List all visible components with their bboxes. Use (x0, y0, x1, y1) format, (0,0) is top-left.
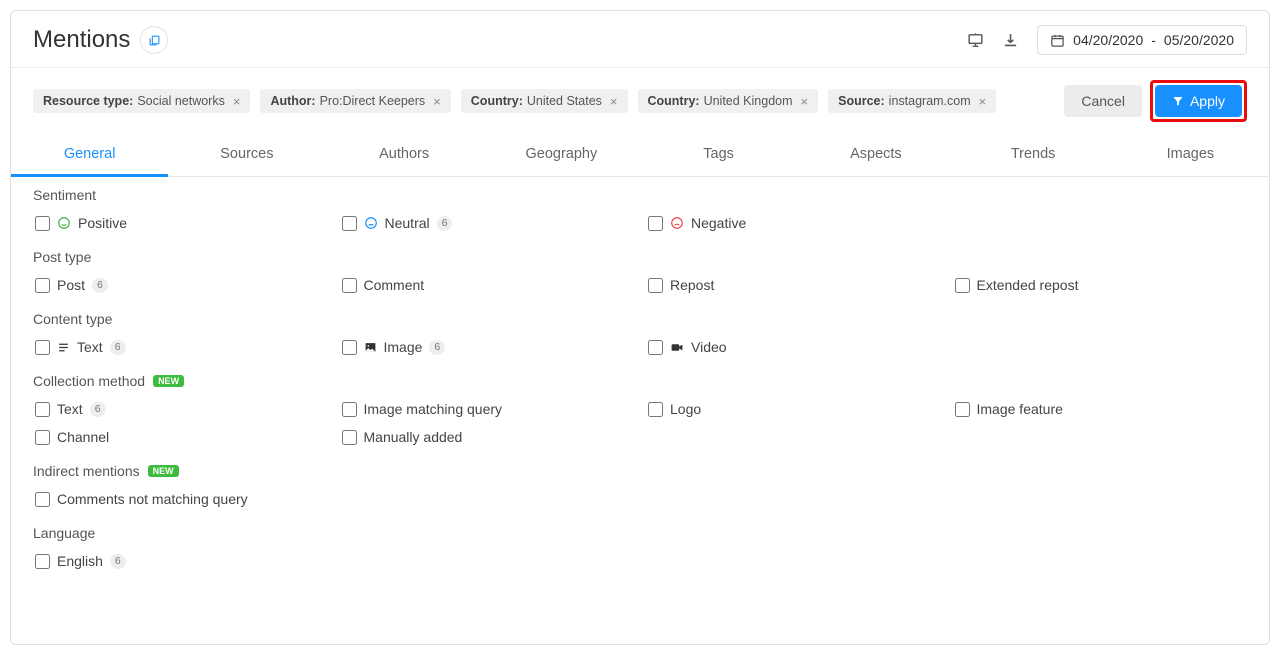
new-badge: NEW (153, 375, 184, 387)
neutral-icon (364, 216, 378, 230)
tab-authors[interactable]: Authors (326, 134, 483, 176)
checkbox-collection-text[interactable] (35, 402, 50, 417)
date-to: 05/20/2020 (1164, 32, 1234, 48)
option-text[interactable]: Text 6 (35, 339, 328, 355)
checkbox-neutral[interactable] (342, 216, 357, 231)
option-video[interactable]: Video (648, 339, 941, 355)
date-from: 04/20/2020 (1073, 32, 1143, 48)
section-collection-title: Collection method (33, 373, 145, 389)
option-extended-repost[interactable]: Extended repost (955, 277, 1248, 293)
post-count: 6 (92, 278, 108, 293)
section-content-type-title: Content type (33, 311, 1247, 327)
text-icon (57, 341, 70, 354)
tab-aspects[interactable]: Aspects (797, 134, 954, 176)
date-range-picker[interactable]: 04/20/2020 - 05/20/2020 (1037, 25, 1247, 55)
copy-icon[interactable] (140, 26, 168, 54)
image-count: 6 (429, 340, 445, 355)
checkbox-post[interactable] (35, 278, 50, 293)
chip-remove-icon[interactable]: × (610, 95, 618, 108)
tab-tags[interactable]: Tags (640, 134, 797, 176)
chip-remove-icon[interactable]: × (801, 95, 809, 108)
checkbox-positive[interactable] (35, 216, 50, 231)
date-separator: - (1151, 32, 1156, 48)
option-sentiment-positive[interactable]: Positive (35, 215, 328, 231)
chip-remove-icon[interactable]: × (979, 95, 987, 108)
option-channel[interactable]: Channel (35, 429, 328, 445)
tab-general[interactable]: General (11, 134, 168, 177)
checkbox-logo[interactable] (648, 402, 663, 417)
cancel-button[interactable]: Cancel (1064, 85, 1142, 117)
text-count: 6 (110, 340, 126, 355)
presentation-icon[interactable] (967, 32, 984, 49)
collection-text-count: 6 (90, 402, 106, 417)
checkbox-image-feature[interactable] (955, 402, 970, 417)
filter-chip-country-uk: Country: United Kingdom × (638, 89, 819, 113)
download-icon[interactable] (1002, 32, 1019, 49)
filter-chip-source: Source: instagram.com × (828, 89, 996, 113)
neutral-count: 6 (437, 216, 453, 231)
apply-button[interactable]: Apply (1155, 85, 1242, 117)
checkbox-image[interactable] (342, 340, 357, 355)
filter-chip-author: Author: Pro:Direct Keepers × (260, 89, 450, 113)
apply-button-highlight: Apply (1150, 80, 1247, 122)
option-repost[interactable]: Repost (648, 277, 941, 293)
new-badge: NEW (148, 465, 179, 477)
option-logo[interactable]: Logo (648, 401, 941, 417)
tab-sources[interactable]: Sources (168, 134, 325, 176)
page-title: Mentions (33, 26, 130, 54)
checkbox-comments-not-matching[interactable] (35, 492, 50, 507)
checkbox-video[interactable] (648, 340, 663, 355)
checkbox-image-query[interactable] (342, 402, 357, 417)
option-collection-text[interactable]: Text 6 (35, 401, 328, 417)
english-count: 6 (110, 554, 126, 569)
checkbox-manually-added[interactable] (342, 430, 357, 445)
tab-images[interactable]: Images (1112, 134, 1269, 176)
chip-remove-icon[interactable]: × (233, 95, 241, 108)
video-icon (670, 341, 684, 354)
option-image-matching-query[interactable]: Image matching query (342, 401, 635, 417)
option-comment[interactable]: Comment (342, 277, 635, 293)
filter-chip-resource-type: Resource type: Social networks × (33, 89, 250, 113)
checkbox-channel[interactable] (35, 430, 50, 445)
checkbox-negative[interactable] (648, 216, 663, 231)
filter-chip-country-us: Country: United States × (461, 89, 628, 113)
checkbox-repost[interactable] (648, 278, 663, 293)
option-english[interactable]: English 6 (35, 553, 328, 569)
filter-icon (1172, 95, 1184, 107)
section-language-title: Language (33, 525, 1247, 541)
negative-icon (670, 216, 684, 230)
calendar-icon (1050, 33, 1065, 48)
positive-icon (57, 216, 71, 230)
option-sentiment-negative[interactable]: Negative (648, 215, 941, 231)
option-image-feature[interactable]: Image feature (955, 401, 1248, 417)
checkbox-extended-repost[interactable] (955, 278, 970, 293)
tab-trends[interactable]: Trends (955, 134, 1112, 176)
checkbox-text[interactable] (35, 340, 50, 355)
chip-remove-icon[interactable]: × (433, 95, 441, 108)
option-comments-not-matching[interactable]: Comments not matching query (35, 491, 634, 507)
option-image[interactable]: Image 6 (342, 339, 635, 355)
section-sentiment-title: Sentiment (33, 187, 1247, 203)
checkbox-english[interactable] (35, 554, 50, 569)
option-manually-added[interactable]: Manually added (342, 429, 635, 445)
image-icon (364, 341, 377, 354)
section-post-type-title: Post type (33, 249, 1247, 265)
option-sentiment-neutral[interactable]: Neutral 6 (342, 215, 635, 231)
section-indirect-title: Indirect mentions (33, 463, 140, 479)
tab-geography[interactable]: Geography (483, 134, 640, 176)
checkbox-comment[interactable] (342, 278, 357, 293)
option-post[interactable]: Post 6 (35, 277, 328, 293)
